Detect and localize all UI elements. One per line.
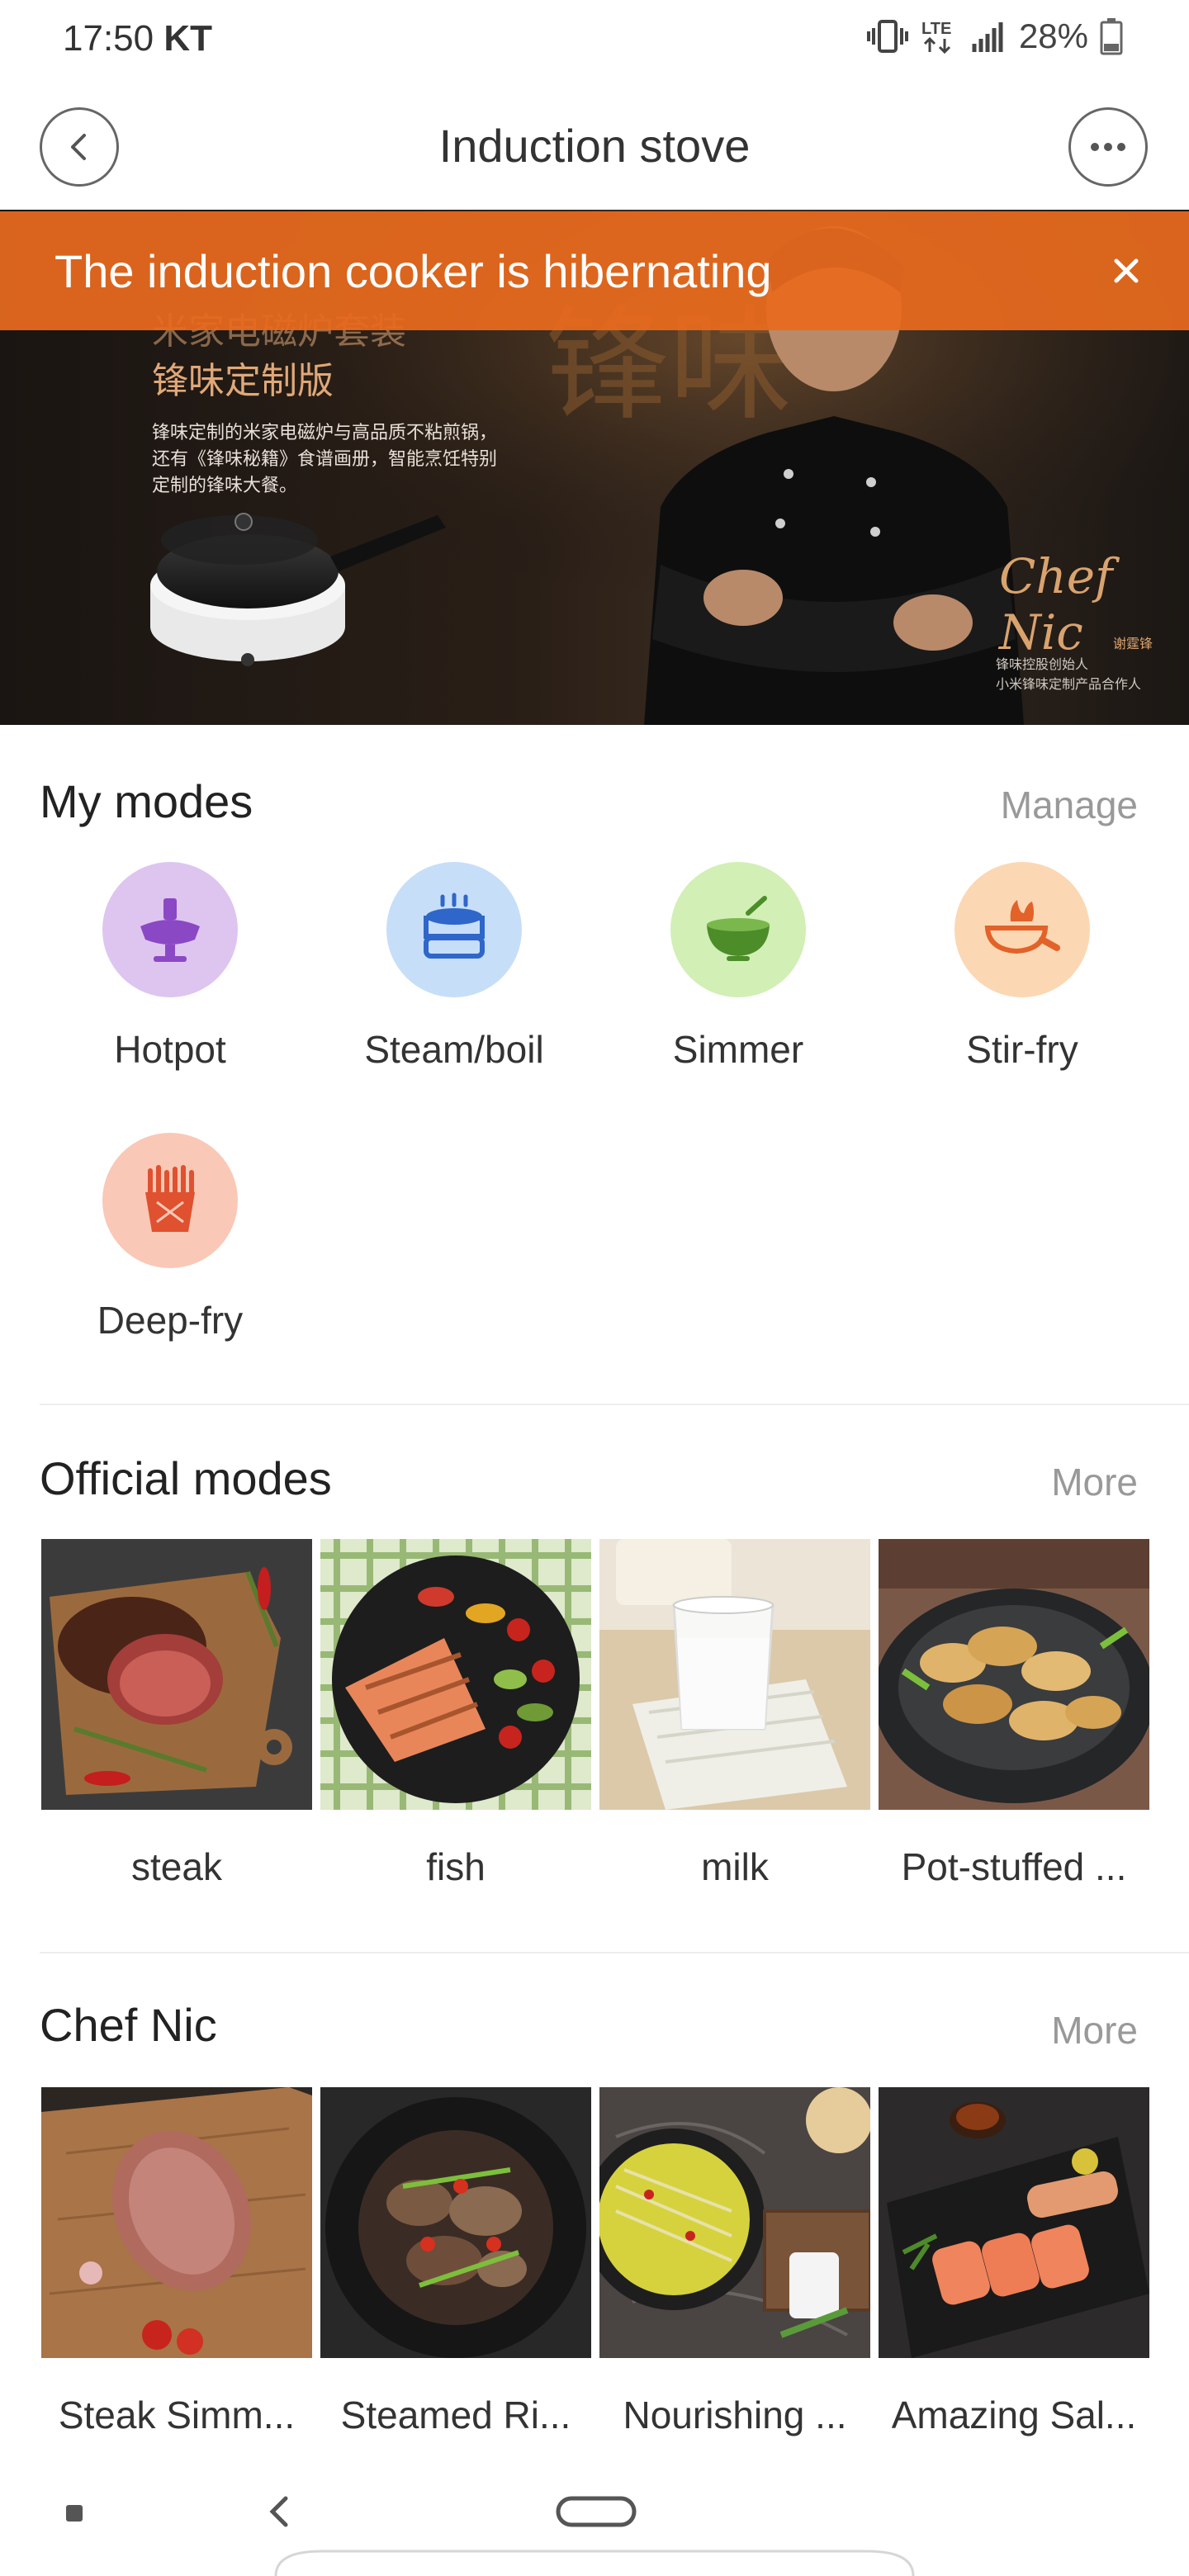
banner-desc-line2: 还有《锋味秘籍》食谱画册，智能烹饪特别: [152, 448, 498, 469]
section-divider: [40, 1952, 1189, 1953]
signal-icon: [972, 22, 1003, 52]
bottom-sheet-handle: [274, 2550, 915, 2576]
status-icons: LTE 28%: [866, 17, 1123, 56]
card-label: milk: [701, 1845, 769, 1888]
mode-label: Hotpot: [114, 1028, 226, 1071]
battery-percent: 28%: [1018, 17, 1088, 55]
card-label: Steamed Ri...: [340, 2394, 571, 2436]
mode-label: Deep-fry: [97, 1299, 244, 1342]
manage-link[interactable]: Manage: [1001, 783, 1138, 827]
more-options-button[interactable]: [1068, 107, 1148, 187]
chef-nic-title: Chef Nic: [40, 1999, 217, 2051]
mode-label: Stir-fry: [966, 1028, 1078, 1071]
vibrate-icon: [866, 20, 908, 53]
chef-nic-more-link[interactable]: More: [1051, 2008, 1138, 2053]
banner-desc-line3: 定制的锋味大餐。: [152, 475, 298, 495]
chef-credit: 锋味控股创始人 小米锋味定制产品合作人: [996, 656, 1141, 695]
recipe-card-amazing-salmon[interactable]: Amazing Sal...: [879, 2087, 1149, 2437]
hibernation-notice: The induction cooker is hibernating: [0, 211, 1189, 330]
card-label: Nourishing ...: [623, 2394, 847, 2436]
card-label: Pot-stuffed ...: [901, 1845, 1127, 1888]
banner-description: 锋味定制的米家电磁炉与高品质不粘煎锅， 还有《锋味秘籍》食谱画册，智能烹饪特别 …: [152, 419, 497, 499]
status-bar: 17:50 KT LTE 28%: [0, 0, 1189, 79]
hotpot-icon: [102, 862, 238, 997]
recipe-card-milk[interactable]: milk: [599, 1539, 870, 1889]
mode-deep-fry[interactable]: Deep-fry: [46, 1133, 294, 1342]
mode-steam-boil[interactable]: Steam/boil: [330, 862, 578, 1072]
home-pill-icon[interactable]: [555, 2495, 637, 2528]
mode-label: Steam/boil: [364, 1028, 544, 1071]
notice-close-button[interactable]: [1101, 246, 1151, 296]
recipe-card-steamed-ribs[interactable]: Steamed Ri...: [320, 2087, 591, 2437]
simmer-bowl-icon: [670, 862, 806, 997]
lte-icon: LTE: [921, 20, 951, 54]
card-label: Amazing Sal...: [891, 2394, 1137, 2436]
mode-simmer[interactable]: Simmer: [614, 862, 862, 1072]
steak-simmer-image: [41, 2087, 312, 2358]
card-label: fish: [426, 1845, 486, 1888]
nav-back-icon[interactable]: [263, 2493, 296, 2530]
page-title: Induction stove: [438, 120, 751, 172]
salmon-image: [879, 2087, 1149, 2358]
recipe-card-fish[interactable]: fish: [320, 1539, 591, 1889]
stir-fry-pan-icon: [955, 862, 1090, 997]
fish-image: [320, 1539, 591, 1810]
close-icon: [1114, 258, 1139, 283]
steamed-ribs-image: [320, 2087, 591, 2358]
recipe-card-nourishing[interactable]: Nourishing ...: [599, 2087, 870, 2437]
chef-credit-line2: 小米锋味定制产品合作人: [996, 678, 1142, 692]
nourishing-image: [599, 2087, 870, 2358]
banner-headline-line2: 锋味定制版: [152, 361, 334, 401]
app-header: Induction stove: [0, 86, 1189, 210]
section-divider: [40, 1404, 1189, 1405]
card-label: Steak Simm...: [58, 2394, 296, 2436]
status-time: 17:50 KT: [63, 18, 212, 59]
pot-stuffed-image: [879, 1539, 1149, 1810]
mode-hotpot[interactable]: Hotpot: [46, 862, 294, 1072]
system-nav-bar: [0, 2469, 1189, 2576]
my-modes-title: My modes: [40, 775, 253, 827]
official-modes-title: Official modes: [40, 1452, 332, 1504]
more-dots-icon: [1091, 143, 1125, 151]
recipe-card-pot-stuffed[interactable]: Pot-stuffed ...: [879, 1539, 1149, 1889]
recipe-card-steak-simmer[interactable]: Steak Simm...: [41, 2087, 312, 2437]
recents-icon[interactable]: [63, 2502, 86, 2525]
svg-text:LTE: LTE: [921, 20, 951, 38]
card-label: steak: [131, 1845, 222, 1888]
chef-signature: Chef Nic: [999, 548, 1113, 661]
chef-credit-line1: 锋味控股创始人: [996, 658, 1089, 672]
official-more-link[interactable]: More: [1051, 1460, 1138, 1504]
steak-image: [41, 1539, 312, 1810]
carrier-label: KT: [163, 18, 212, 59]
deep-fry-icon: [102, 1133, 238, 1268]
chef-name-cn: 谢霆锋: [1113, 637, 1153, 651]
milk-image: [599, 1539, 870, 1810]
battery-icon: [1100, 18, 1123, 55]
notice-text: The induction cooker is hibernating: [54, 245, 772, 297]
mode-stir-fry[interactable]: Stir-fry: [898, 862, 1146, 1072]
mode-label: Simmer: [672, 1028, 804, 1071]
recipe-card-steak[interactable]: steak: [41, 1539, 312, 1889]
banner-desc-line1: 锋味定制的米家电磁炉与高品质不粘煎锅，: [152, 422, 498, 443]
steamer-icon: [386, 862, 522, 997]
